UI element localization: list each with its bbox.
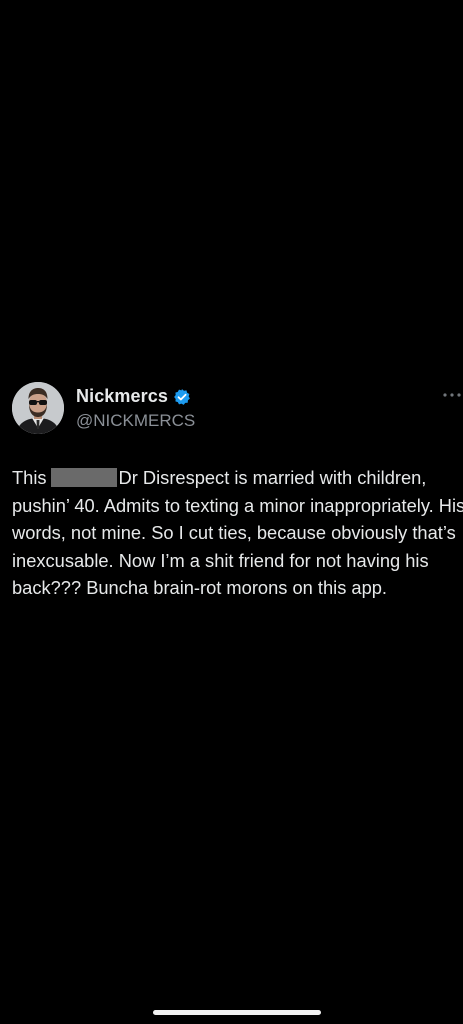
display-name[interactable]: Nickmercs xyxy=(76,386,168,407)
display-name-row: Nickmercs xyxy=(76,386,191,407)
more-options-icon[interactable] xyxy=(442,388,462,402)
handle[interactable]: @NICKMERCS xyxy=(76,411,195,431)
tweet-screen: Nickmercs @NICKMERCS This Dr Disrespect i… xyxy=(0,0,463,1024)
redaction-bar xyxy=(50,468,117,487)
tweet: Nickmercs @NICKMERCS This Dr Disrespect i… xyxy=(10,380,463,598)
tweet-text: This Dr Disrespect is married with childr… xyxy=(12,464,463,602)
avatar[interactable] xyxy=(12,382,64,434)
verified-badge-icon xyxy=(173,388,191,406)
avatar-image xyxy=(12,382,64,434)
tweet-text-start: This xyxy=(12,467,47,488)
tweet-header: Nickmercs @NICKMERCS xyxy=(10,380,462,440)
home-indicator[interactable] xyxy=(153,1010,321,1015)
